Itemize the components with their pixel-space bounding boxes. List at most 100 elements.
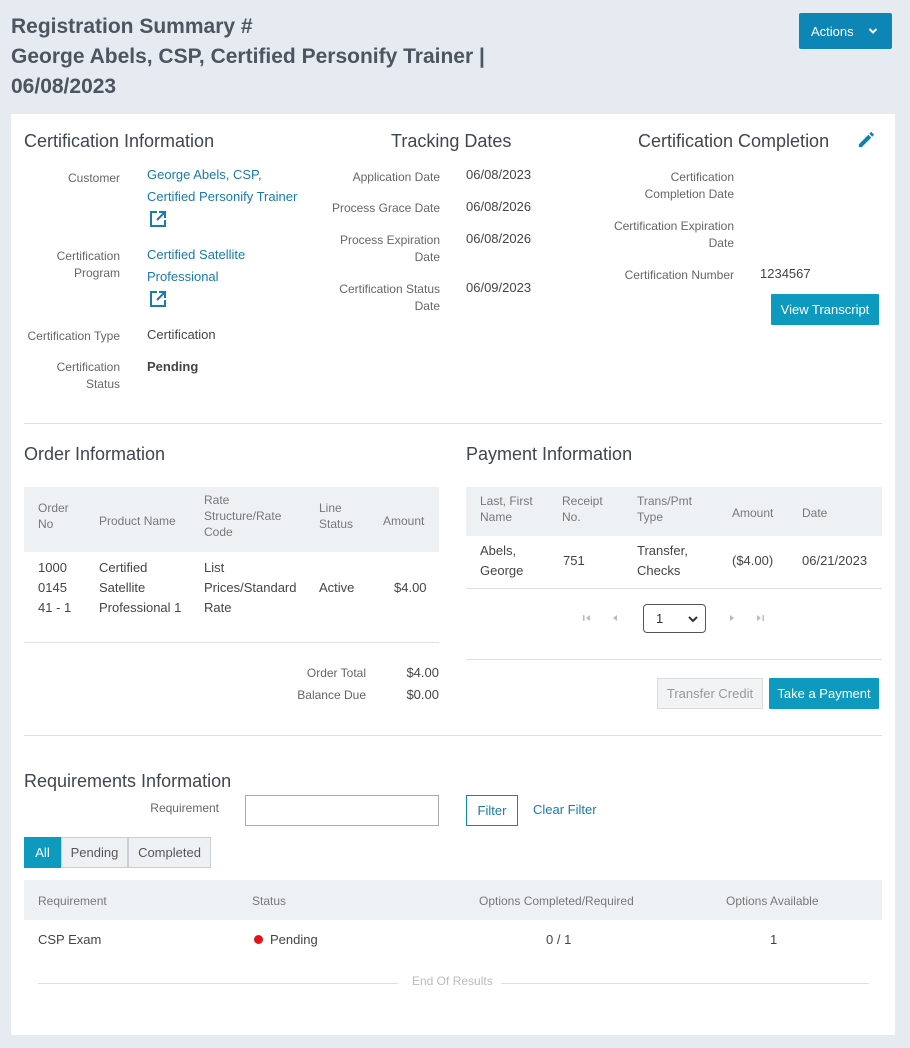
tab-all[interactable]: All <box>24 837 61 868</box>
order-col-order-no: Order No <box>38 500 69 532</box>
external-link-icon[interactable] <box>149 290 167 308</box>
payment-table-row: Abels, George 751 Transfer, Checks ($4.0… <box>466 536 882 588</box>
order-no-line-3: 41 - 1 <box>38 600 72 615</box>
customer-name-line-2: Certified Personify Trainer <box>147 189 298 204</box>
expiration-label-line-1: Process Expiration <box>339 233 440 247</box>
rate-line-3: Rate <box>204 600 232 615</box>
program-line-2: Professional <box>147 269 219 284</box>
tab-pending[interactable]: Pending <box>61 837 128 868</box>
order-product-cell: Certified Satellite Professional 1 <box>99 558 181 618</box>
chevron-down-icon <box>688 615 698 622</box>
order-col-rate-line-2: Structure/Rate <box>204 509 282 523</box>
end-of-results: End Of Results <box>412 974 493 988</box>
expiration-label: Certification Expiration Date <box>581 218 734 252</box>
options-available-cell: 1 <box>770 932 778 947</box>
order-col-order-no-line-1: Order <box>38 501 69 515</box>
transfer-credit-button[interactable]: Transfer Credit <box>657 678 763 709</box>
balance-due-value: $0.00 <box>406 687 439 702</box>
order-table-row: 1000 0145 41 - 1 Certified Satellite Pro… <box>24 552 439 642</box>
payment-col-trans-line-2: Type <box>637 510 664 524</box>
first-page-icon[interactable] <box>581 612 593 624</box>
order-col-rate-line-1: Rate <box>204 493 230 507</box>
chevron-down-icon <box>868 28 877 34</box>
receipt-number-link[interactable]: 751 <box>563 551 585 571</box>
order-line-status-cell: Active <box>319 580 355 595</box>
page-title: Registration Summary # George Abels, CSP… <box>11 12 571 102</box>
program-link[interactable]: Certified Satellite Professional <box>147 244 245 288</box>
divider <box>466 588 882 589</box>
certification-number-label: Certification Number <box>624 268 734 282</box>
requirement-link[interactable]: CSP Exam <box>38 930 101 950</box>
tab-completed[interactable]: Completed <box>128 837 211 868</box>
previous-page-icon[interactable] <box>609 612 621 624</box>
payment-trans-cell: Transfer, Checks <box>637 541 688 581</box>
customer-link[interactable]: George Abels, CSP, Certified Personify T… <box>147 164 297 208</box>
payment-col-receipt-line-2: No. <box>562 510 581 524</box>
grace-date-value: 06/08/2026 <box>466 199 532 214</box>
requirement-status-text: Pending <box>270 932 318 947</box>
divider <box>466 659 882 660</box>
actions-label: Actions <box>811 23 854 39</box>
cert-expiration-label-line-2: Date <box>708 236 734 250</box>
status-date-value: 06/09/2023 <box>466 280 532 295</box>
customer-label: Customer <box>67 171 120 185</box>
trans-line-1: Transfer, <box>637 543 688 558</box>
status-date-label-line-2: Date <box>414 299 440 313</box>
payment-date-cell: 06/21/2023 <box>802 553 868 568</box>
divider <box>38 983 398 984</box>
req-col-requirement: Requirement <box>38 894 107 908</box>
program-label-line-1: Certification <box>56 249 120 263</box>
program-label: Certification Program <box>11 248 120 282</box>
filter-button[interactable]: Filter <box>466 795 518 826</box>
trans-line-2: Checks <box>637 563 681 578</box>
title-line-1: Registration Summary # <box>11 15 253 38</box>
payment-amount-cell: ($4.00) <box>732 553 774 568</box>
payment-col-name-line-1: Last, First <box>480 494 533 508</box>
divider <box>24 642 439 643</box>
divider <box>501 983 869 984</box>
order-total-label: Order Total <box>306 666 366 680</box>
status-value: Pending <box>147 359 199 374</box>
order-info-heading: Order Information <box>24 444 166 464</box>
application-date-value: 06/08/2023 <box>466 167 532 182</box>
application-date-label: Application Date <box>352 170 440 184</box>
product-line-1: Certified <box>99 560 148 575</box>
payment-col-trans-line-1: Trans/Pmt <box>637 494 692 508</box>
order-col-rate: Rate Structure/Rate Code <box>204 492 281 540</box>
type-value: Certification <box>147 327 216 342</box>
completion-date-label: Certification Completion Date <box>581 169 734 203</box>
next-page-icon[interactable] <box>726 612 738 624</box>
actions-button[interactable]: Actions <box>799 13 892 49</box>
order-col-line-status-line-1: Line <box>319 501 342 515</box>
status-date-label-line-1: Certification Status <box>339 282 440 296</box>
order-number-link[interactable]: 1000 0145 41 - 1 <box>38 558 71 618</box>
req-col-status: Status <box>252 894 287 908</box>
product-line-3: Professional 1 <box>99 600 182 615</box>
take-payment-button[interactable]: Take a Payment <box>769 678 879 709</box>
page-select[interactable]: 1 <box>643 604 706 633</box>
balance-due-label: Balance Due <box>297 688 366 702</box>
view-transcript-button[interactable]: View Transcript <box>771 294 879 325</box>
options-completed-cell: 0 / 1 <box>546 932 572 947</box>
completion-label-line-1: Certification <box>670 170 734 184</box>
clear-filter-link[interactable]: Clear Filter <box>533 802 597 817</box>
requirement-filter-input[interactable] <box>245 795 439 826</box>
order-col-line-status-line-2: Status <box>319 517 354 531</box>
expiration-label-line-2: Date <box>414 250 440 264</box>
external-link-icon[interactable] <box>149 210 167 228</box>
program-label-line-2: Program <box>73 266 120 280</box>
program-line-1: Certified Satellite <box>147 247 246 262</box>
last-page-icon[interactable] <box>754 612 766 624</box>
payment-col-name: Last, First Name <box>480 493 533 525</box>
pencil-edit-icon[interactable] <box>857 130 876 149</box>
order-no-line-2: 0145 <box>38 580 67 595</box>
certification-completion-heading: Certification Completion <box>638 131 830 151</box>
title-line-2: George Abels, CSP, Certified Personify T… <box>11 45 485 68</box>
payment-col-date: Date <box>802 506 828 520</box>
rate-line-1: List <box>204 560 225 575</box>
main-card: Certification Information Customer Georg… <box>11 114 895 1035</box>
order-col-order-no-line-2: No <box>38 517 54 531</box>
divider <box>24 423 882 424</box>
payment-col-receipt-line-1: Receipt <box>562 494 603 508</box>
status-label-line-2: Status <box>85 377 120 391</box>
